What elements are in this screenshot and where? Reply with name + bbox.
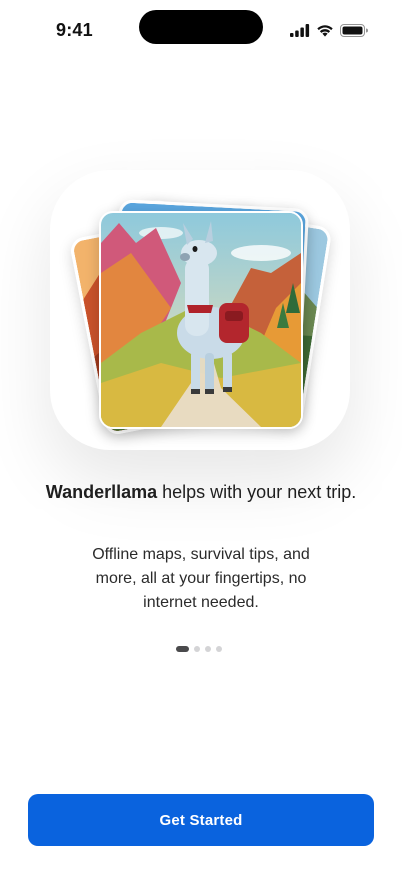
page-dot-2[interactable] [194, 646, 200, 652]
status-time: 9:41 [56, 20, 93, 40]
cellular-signal-icon [290, 24, 310, 42]
llama-illustration [101, 213, 301, 427]
onboarding-headline: Wanderllama helps with your next trip. [40, 479, 362, 505]
battery-icon [340, 24, 368, 42]
page-dot-1[interactable] [176, 646, 189, 652]
hero-illustration [60, 170, 342, 460]
llama-valley-card [99, 211, 303, 429]
get-started-button[interactable]: Get Started [28, 794, 374, 846]
page-dot-4[interactable] [216, 646, 222, 652]
headline-brand: Wanderllama [45, 482, 158, 502]
page-dot-3[interactable] [205, 646, 211, 652]
page-indicator [176, 646, 222, 652]
dynamic-island [139, 10, 263, 44]
status-bar: 9:41 [0, 0, 402, 62]
onboarding-description: Offline maps, survival tips, and more, a… [92, 546, 310, 611]
headline-text: helps with your next trip. [157, 482, 357, 502]
status-icons [290, 24, 368, 42]
wifi-icon [316, 24, 334, 42]
onboarding-screen: 9:41 Wanderllama helps with your next tr… [0, 0, 402, 874]
